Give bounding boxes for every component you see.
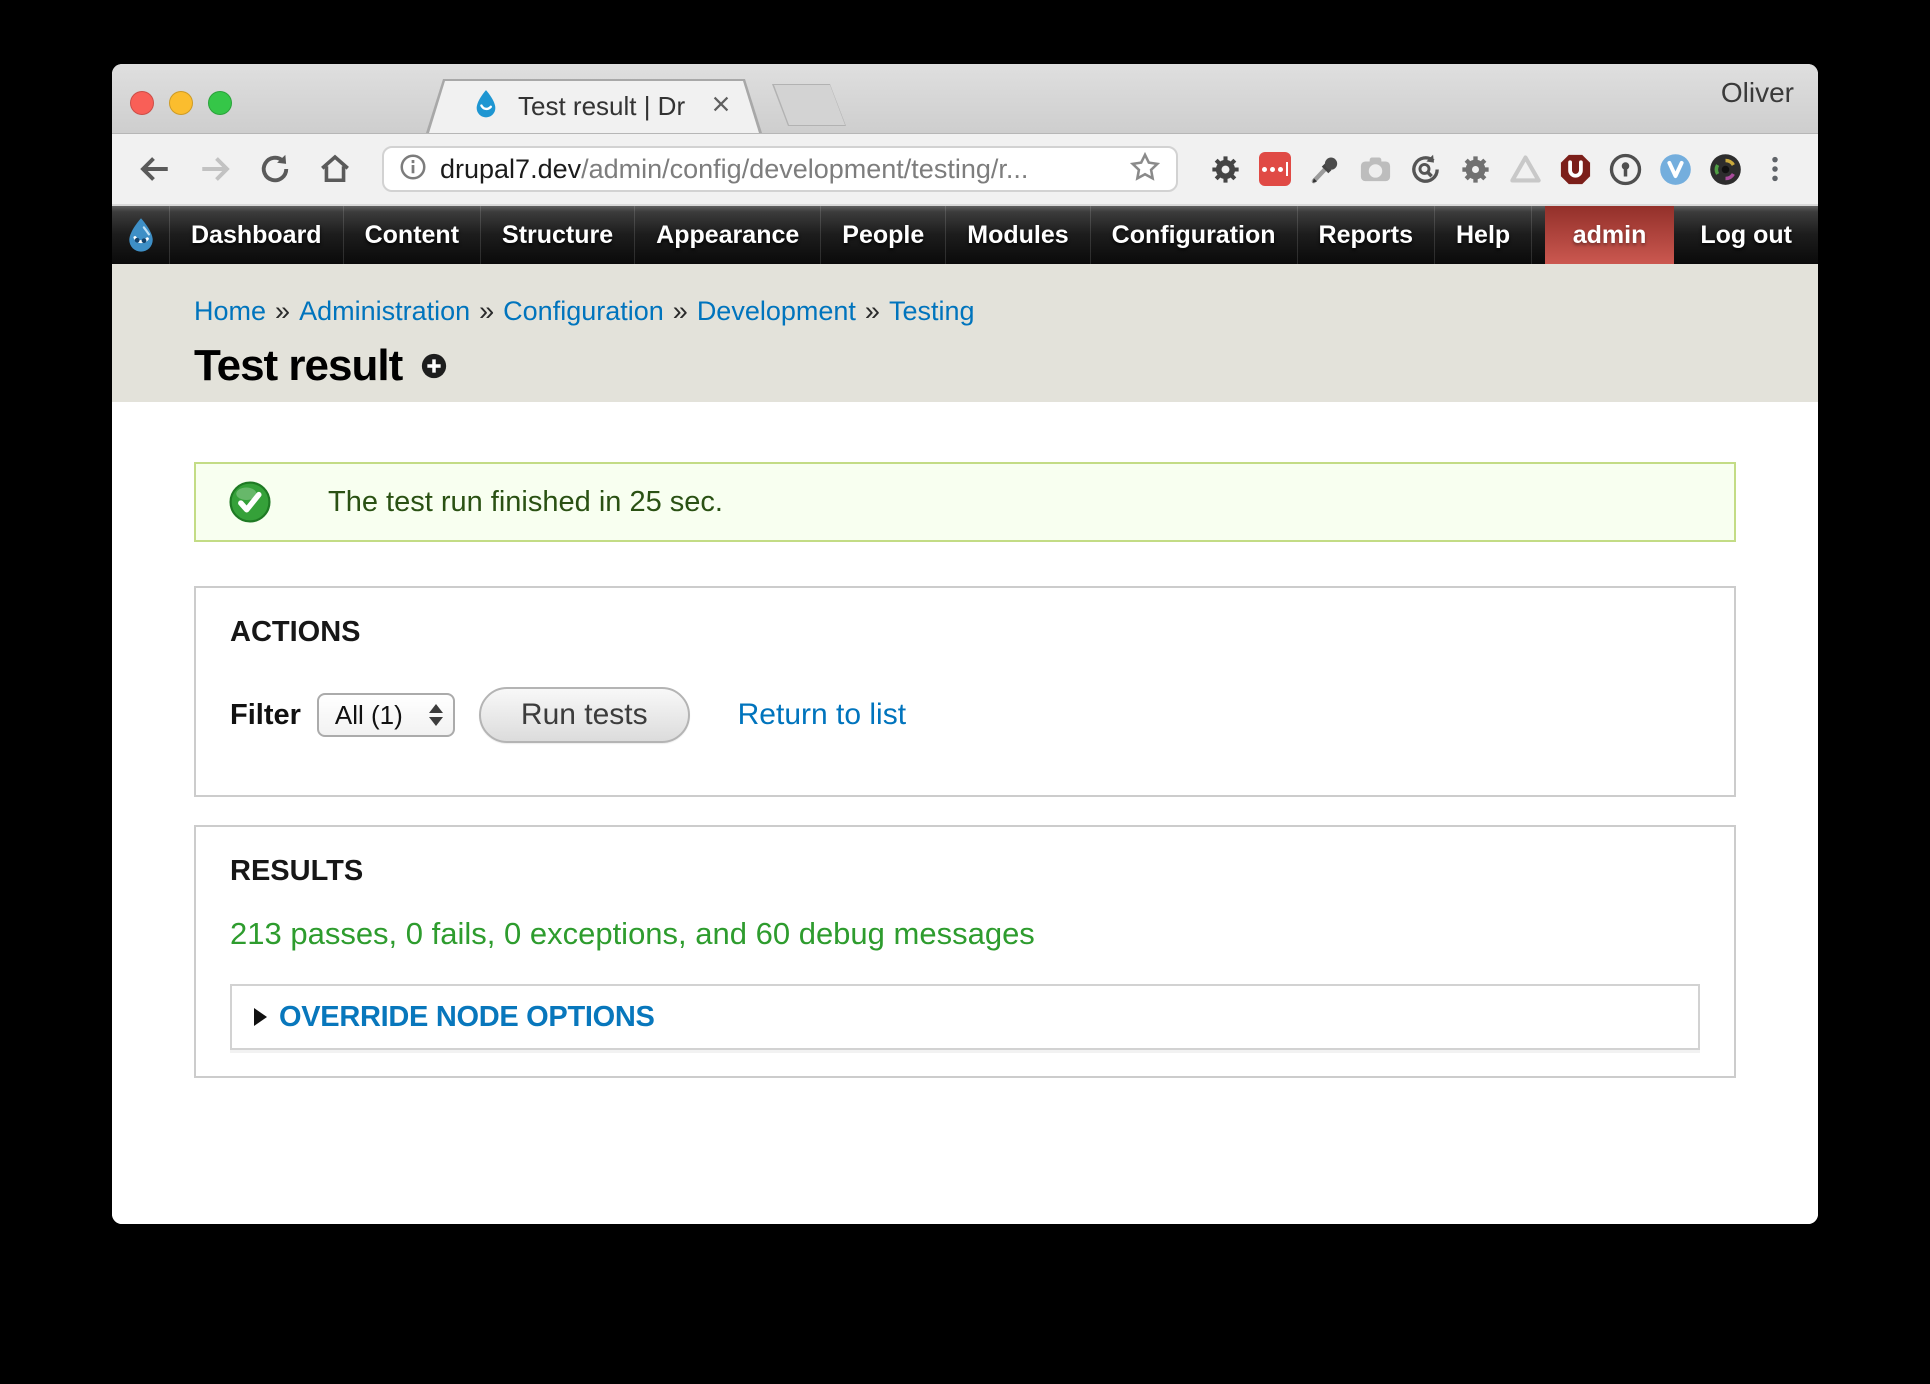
status-message: The test run finished in 25 sec.	[194, 462, 1736, 542]
bookmark-star-icon[interactable]	[1128, 150, 1162, 189]
settings-gear-icon[interactable]	[1206, 150, 1244, 188]
toolbar-spacer	[1532, 206, 1545, 264]
drupal-favicon-icon	[470, 88, 502, 125]
keyhole-circle-icon[interactable]	[1606, 150, 1644, 188]
profile-name[interactable]: Oliver	[1721, 77, 1794, 109]
url-text[interactable]: drupal7.dev/admin/config/development/tes…	[440, 154, 1028, 185]
browser-menu-icon[interactable]	[1756, 150, 1794, 188]
filter-select-value: All (1)	[335, 700, 403, 731]
ublock-shield-icon[interactable]	[1556, 150, 1594, 188]
new-tab-background	[773, 85, 845, 125]
sync-search-icon[interactable]	[1406, 150, 1444, 188]
toolbar-item-modules[interactable]: Modules	[946, 206, 1090, 264]
status-message-text: The test run finished in 25 sec.	[328, 486, 723, 519]
toolbar-item-content[interactable]: Content	[344, 206, 481, 264]
toolbar-item-help[interactable]: Help	[1435, 206, 1532, 264]
eyedropper-icon[interactable]	[1306, 150, 1344, 188]
breadcrumb-separator: »	[673, 296, 688, 326]
collapsed-arrow-icon	[254, 1008, 267, 1026]
toolbar-item-people[interactable]: People	[821, 206, 946, 264]
breadcrumb-home[interactable]: Home	[194, 296, 266, 326]
reload-icon[interactable]	[256, 150, 294, 188]
zoom-window-button[interactable]	[208, 91, 232, 115]
add-shortcut-icon[interactable]	[420, 352, 448, 380]
drive-triangle-icon[interactable]	[1506, 150, 1544, 188]
url-host: drupal7.dev	[440, 154, 581, 184]
breadcrumb-separator: »	[479, 296, 494, 326]
breadcrumb-separator: »	[865, 296, 880, 326]
tab-close-icon[interactable]	[710, 93, 732, 120]
extension-icons	[1206, 150, 1794, 188]
actions-heading: ACTIONS	[230, 616, 1700, 649]
return-to-list-link[interactable]: Return to list	[738, 698, 906, 732]
breadcrumb-testing[interactable]: Testing	[889, 296, 975, 326]
page-header: Home » Administration » Configuration » Develo…	[112, 264, 1818, 402]
browser-tab[interactable]: Test result | Drupal 7	[426, 79, 762, 133]
new-tab-button[interactable]	[772, 84, 846, 126]
forward-icon	[196, 150, 234, 188]
toolbar-item-dashboard[interactable]: Dashboard	[170, 206, 344, 264]
page-content: The test run finished in 25 sec. ACTIONS…	[112, 402, 1818, 1224]
filter-select[interactable]: All (1)	[317, 693, 455, 737]
camera-lens-icon[interactable]	[1706, 150, 1744, 188]
browser-window: Test result | Drupal 7 Oliver	[112, 64, 1818, 1224]
success-check-icon	[228, 480, 272, 524]
tab-title: Test result | Drupal 7	[518, 91, 686, 122]
password-manager-icon[interactable]	[1256, 150, 1294, 188]
drupal-admin-toolbar: Dashboard Content Structure Appearance P…	[112, 206, 1818, 264]
breadcrumb-administration[interactable]: Administration	[299, 296, 470, 326]
url-path: /admin/config/development/testing/r...	[581, 154, 1028, 184]
toolbar-user-admin[interactable]: admin	[1545, 206, 1675, 264]
select-arrows-icon	[429, 704, 443, 726]
breadcrumb: Home » Administration » Configuration » Develo…	[194, 296, 1818, 327]
dark-gear-icon[interactable]	[1456, 150, 1494, 188]
toolbar-logout[interactable]: Log out	[1674, 206, 1818, 264]
run-tests-button[interactable]: Run tests	[479, 687, 690, 743]
toolbar-item-appearance[interactable]: Appearance	[635, 206, 821, 264]
close-window-button[interactable]	[130, 91, 154, 115]
titlebar: Test result | Drupal 7 Oliver	[112, 64, 1818, 134]
toolbar-item-reports[interactable]: Reports	[1298, 206, 1435, 264]
back-icon[interactable]	[136, 150, 174, 188]
page-info-icon[interactable]	[398, 152, 428, 187]
browser-toolbar: drupal7.dev/admin/config/development/tes…	[112, 134, 1818, 206]
camera-icon[interactable]	[1356, 150, 1394, 188]
actions-panel: ACTIONS Filter All (1) Run tests Return …	[194, 586, 1736, 797]
vimium-icon[interactable]	[1656, 150, 1694, 188]
results-panel: RESULTS 213 passes, 0 fails, 0 exception…	[194, 825, 1736, 1078]
toolbar-item-configuration[interactable]: Configuration	[1091, 206, 1298, 264]
breadcrumb-separator: »	[275, 296, 290, 326]
fieldset-label: OVERRIDE NODE OPTIONS	[279, 1001, 655, 1034]
home-icon[interactable]	[316, 150, 354, 188]
filter-label: Filter	[230, 699, 301, 732]
run-tests-label: Run tests	[521, 698, 648, 732]
breadcrumb-configuration[interactable]: Configuration	[503, 296, 664, 326]
drupal-logo-icon[interactable]	[112, 206, 170, 264]
toolbar-item-structure[interactable]: Structure	[481, 206, 635, 264]
override-node-options-fieldset[interactable]: OVERRIDE NODE OPTIONS	[230, 984, 1700, 1050]
breadcrumb-development[interactable]: Development	[697, 296, 856, 326]
results-heading: RESULTS	[230, 855, 1700, 888]
page-title: Test result	[194, 341, 402, 391]
minimize-window-button[interactable]	[169, 91, 193, 115]
address-bar[interactable]: drupal7.dev/admin/config/development/tes…	[382, 146, 1178, 192]
results-summary: 213 passes, 0 fails, 0 exceptions, and 6…	[230, 916, 1700, 952]
